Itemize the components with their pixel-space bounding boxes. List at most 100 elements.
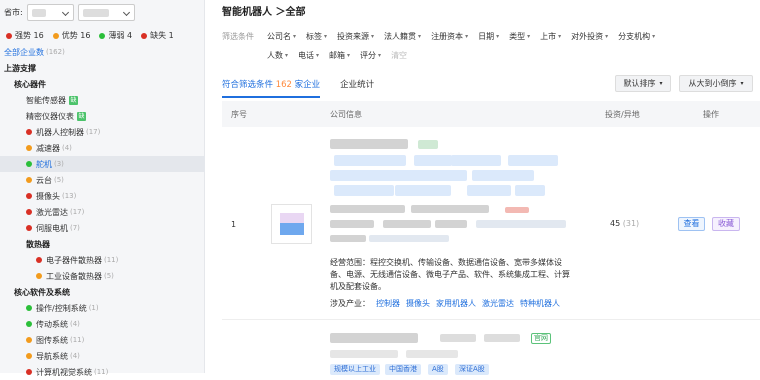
tree-node[interactable]: 激光雷达 (17)	[0, 204, 205, 220]
caret-down-icon: ▾	[293, 33, 297, 40]
tree-node[interactable]: 精密仪器仪表缺	[0, 108, 205, 124]
industry-link[interactable]: 摄像头	[406, 299, 430, 308]
filter-dropdown[interactable]: 公司名 ▾	[267, 31, 296, 42]
filter-dropdown[interactable]: 人数 ▾	[267, 50, 288, 61]
tree-node[interactable]: 核心器件	[0, 76, 205, 92]
tree-node-label: 散热器	[26, 239, 50, 249]
status-dot-icon	[26, 177, 32, 183]
tree-node[interactable]: 全部企业数 (162)	[0, 44, 205, 60]
invest-count: 45 (31)	[610, 219, 640, 228]
industry-link[interactable]: 激光雷达	[482, 299, 514, 308]
tree-node-label: 计算机视觉系统	[36, 367, 92, 377]
table-row: 官网 规模以上工业 中国香港 A股 深证A股	[222, 320, 760, 375]
tab-statistics[interactable]: 企业统计	[340, 78, 374, 98]
tree-node-label: 智能传感器	[26, 95, 66, 105]
sort-desc-button[interactable]: 从大到小倒序 ▾	[679, 75, 753, 92]
filter-dropdown[interactable]: 对外投资 ▾	[571, 31, 608, 42]
view-button[interactable]: 查看	[678, 217, 705, 231]
collect-button[interactable]: 收藏	[712, 217, 740, 231]
tree-node[interactable]: 导航系统 (4)	[0, 348, 205, 364]
caret-down-icon: ▾	[465, 33, 469, 40]
tab-results[interactable]: 符合筛选条件 162 家企业	[222, 78, 321, 98]
tree-node-count: (4)	[70, 320, 80, 328]
tree-node-label: 图传系统	[36, 335, 68, 345]
tree-node[interactable]: 减速器 (4)	[0, 140, 205, 156]
filter-dropdown[interactable]: 邮箱 ▾	[329, 50, 350, 61]
row-index: 1	[231, 220, 237, 229]
status-dot-icon	[26, 225, 32, 231]
tree-node[interactable]: 计算机视觉系统 (11)	[0, 364, 205, 380]
tree-node-label: 伺服电机	[36, 223, 68, 233]
filter-dropdown[interactable]: 评分 ▾	[360, 50, 381, 61]
province-select[interactable]	[26, 4, 74, 21]
tree-node-count: (162)	[46, 48, 65, 56]
filter-label: 筛选条件	[222, 32, 254, 41]
industry-link[interactable]: 家用机器人	[436, 299, 476, 308]
col-invest: 投资/异地	[605, 110, 640, 119]
business-scope: 经营范围：程控交换机、传输设备、数据通信设备、宽带多媒体设备、电源、无线通信设备…	[330, 258, 570, 291]
company-name-blurred[interactable]	[330, 333, 418, 343]
tree-node[interactable]: 工业设备散热器 (5)	[0, 268, 205, 284]
filter-dropdown[interactable]: 电话 ▾	[298, 50, 319, 61]
caret-down-icon: ▾	[652, 33, 656, 40]
tree-node[interactable]: 传动系统 (4)	[0, 316, 205, 332]
filter-dropdown[interactable]: 上市 ▾	[540, 31, 561, 42]
col-company: 公司信息	[330, 110, 362, 119]
tree-node[interactable]: 机器人控制器 (17)	[0, 124, 205, 140]
tree-node[interactable]: 云台 (5)	[0, 172, 205, 188]
status-dot-icon	[26, 193, 32, 199]
industry-link[interactable]: 控制器	[376, 299, 400, 308]
filter-dropdown[interactable]: 日期 ▾	[478, 31, 499, 42]
tree-node[interactable]: 舵机 (3)	[0, 156, 205, 172]
tree-node-count: (11)	[70, 336, 85, 344]
tree-node-count: (11)	[104, 256, 119, 264]
filter-dropdown[interactable]: 类型 ▾	[509, 31, 530, 42]
filter-dropdown[interactable]: 标签 ▾	[306, 31, 327, 42]
city-select[interactable]	[77, 4, 135, 21]
status-dot-icon	[36, 273, 42, 279]
status-dot-icon	[26, 353, 32, 359]
company-tag: A股	[428, 364, 448, 375]
tree-node-count: (4)	[62, 144, 72, 152]
industry-link[interactable]: 特种机器人	[520, 299, 560, 308]
table-header: 序号 公司信息 投资/异地 操作	[222, 101, 760, 127]
tree-node[interactable]: 图传系统 (11)	[0, 332, 205, 348]
tree-node-label: 上游支撑	[4, 63, 36, 73]
official-site-badge[interactable]: 官网	[531, 333, 551, 344]
filter-dropdown[interactable]: 法人籍贯 ▾	[384, 31, 421, 42]
result-tabs: 符合筛选条件 162 家企业 企业统计	[222, 78, 374, 98]
tree-node-label: 精密仪器仪表	[26, 111, 74, 121]
tree-node-label: 传动系统	[36, 319, 68, 329]
strength-legend: 强势 16 优势 16 薄弱 4 缺失 1	[6, 30, 174, 41]
chevron-down-icon	[61, 8, 69, 17]
caret-down-icon: ▾	[371, 33, 375, 40]
tree-node[interactable]: 摄像头 (13)	[0, 188, 205, 204]
tree-node-label: 摄像头	[36, 191, 60, 201]
tree-node[interactable]: 电子器件散热器 (11)	[0, 252, 205, 268]
tree-node[interactable]: 核心软件及系统	[0, 284, 205, 300]
company-name-blurred[interactable]	[330, 139, 408, 149]
tree-node[interactable]: 伺服电机 (7)	[0, 220, 205, 236]
tree-node[interactable]: 操作/控制系统 (1)	[0, 300, 205, 316]
status-dot-icon	[26, 129, 32, 135]
company-tag: 规模以上工业	[330, 364, 380, 375]
province-filter: 省市:	[4, 4, 135, 21]
tree-node[interactable]: 上游支撑	[0, 60, 205, 76]
legend-advantage: 优势 16	[52, 30, 90, 41]
filter-dropdown[interactable]: 分支机构 ▾	[618, 31, 655, 42]
tree-node-label: 核心软件及系统	[14, 287, 70, 297]
filter-dropdown[interactable]: 注册资本 ▾	[431, 31, 468, 42]
caret-down-icon: ▾	[418, 33, 422, 40]
industry-list: 涉及产业： 控制器 摄像头 家用机器人 激光雷达 特种机器人	[330, 299, 560, 308]
filter-dropdown[interactable]: 投资来源 ▾	[337, 31, 374, 42]
caret-down-icon: ▾	[740, 80, 744, 87]
legend-strong: 强势 16	[6, 30, 44, 41]
caret-down-icon: ▾	[316, 52, 320, 59]
clear-filters-button[interactable]: 清空	[391, 50, 407, 61]
tree-node-label: 电子器件散热器	[46, 255, 102, 265]
caret-down-icon: ▾	[285, 52, 289, 59]
tree-node[interactable]: 散热器	[0, 236, 205, 252]
sort-default-button[interactable]: 默认排序 ▾	[615, 75, 671, 92]
tree-node-label: 工业设备散热器	[46, 271, 102, 281]
tree-node[interactable]: 智能传感器缺	[0, 92, 205, 108]
